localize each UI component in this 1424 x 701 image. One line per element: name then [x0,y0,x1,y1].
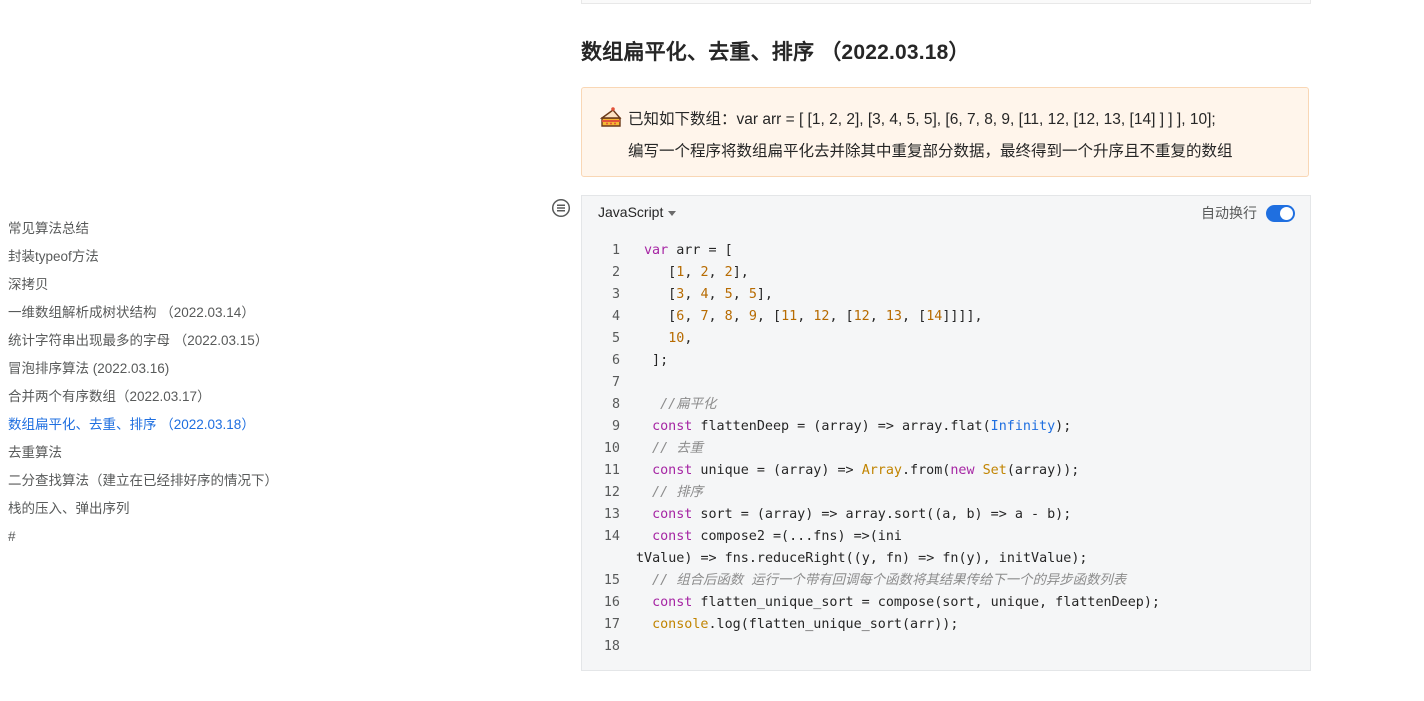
line-number: 11 [603,463,620,478]
line-number: 3 [611,287,620,302]
toc-item[interactable]: # [8,526,328,554]
toc-item[interactable]: 常见算法总结 [8,218,328,246]
code-line: 8 //扁平化 [582,394,1310,416]
toc-item[interactable]: 冒泡排序算法 (2022.03.16) [8,358,328,386]
code-text: const sort = (array) => array.sort((a, b… [652,507,1072,522]
toggle-knob [1280,207,1293,220]
code-text: [6, 7, 8, 9, [11, 12, [12, 13, [14]]]], [644,309,983,324]
previous-block-bottom [581,0,1311,4]
language-select[interactable]: JavaScript [598,204,677,220]
line-number: 14 [603,529,620,544]
code-line: 15 // 组合后函数 运行一个带有回调每个函数将其结果传给下一个的异步函数列表 [582,570,1310,592]
code-text: // 去重 [644,441,704,456]
line-number: 5 [611,331,620,346]
code-line: 5 10, [582,328,1310,350]
code-line: 1 var arr = [ [582,240,1310,262]
code-text: 10, [668,331,693,346]
code-text: const flattenDeep = (array) => array.fla… [652,419,1072,434]
line-number: 9 [611,419,620,434]
code-text: [1, 2, 2], [644,265,749,280]
code-line: 14 const compose2 =(...fns) =>(ini tValu… [582,526,1310,566]
code-line: 9 const flattenDeep = (array) => array.f… [582,416,1310,438]
line-number: 2 [611,265,620,280]
language-label: JavaScript [598,204,664,220]
code-line: 2 [1, 2, 2], [582,262,1310,284]
line-number: 18 [603,639,620,654]
toc-item[interactable]: 数组扁平化、去重、排序 （2022.03.18） [8,414,328,442]
code-block-header: JavaScript 自动换行 [582,196,1310,230]
code-line: 11 const unique = (array) => Array.from(… [582,460,1310,482]
outline-toggle-icon[interactable] [551,198,571,218]
code-text: const flatten_unique_sort = compose(sort… [652,595,1160,610]
info-callout: 已知如下数组：var arr = [ [1, 2, 2], [3, 4, 5, … [581,87,1309,177]
line-number: 6 [611,353,620,368]
code-line: 10 // 去重 [582,438,1310,460]
line-number: 4 [611,309,620,324]
auto-wrap-toggle[interactable] [1266,205,1295,222]
code-line: 13 const sort = (array) => array.sort((a… [582,504,1310,526]
code-block: JavaScript 自动换行 1 var arr = [ 2 [1, 2, 2],… [581,195,1311,671]
code-line: 16 const flatten_unique_sort = compose(s… [582,592,1310,614]
callout-line-2: 编写一个程序将数组扁平化去并除其中重复部分数据，最终得到一个升序且不重复的数组 [628,143,1233,160]
line-number: 7 [611,375,620,390]
auto-wrap-label: 自动换行 [1201,205,1257,221]
code-text: var arr = [ [644,243,733,258]
toc-item[interactable]: 合并两个有序数组（2022.03.17） [8,386,328,414]
code-line: 18 [582,636,1310,658]
code-text: [3, 4, 5, 5], [644,287,773,302]
toc-item[interactable]: 统计字符串出现最多的字母 （2022.03.15） [8,330,328,358]
code-line: 17 console.log(flatten_unique_sort(arr))… [582,614,1310,636]
code-line: 12 // 排序 [582,482,1310,504]
code-line: 6 ]; [582,350,1310,372]
line-number: 13 [603,507,620,522]
code-text: //扁平化 [644,397,717,412]
callout-line-1: 已知如下数组：var arr = [ [1, 2, 2], [3, 4, 5, … [628,111,1216,128]
code-line: 3 [3, 4, 5, 5], [582,284,1310,306]
line-number: 10 [603,441,620,456]
line-number: 12 [603,485,620,500]
line-number: 16 [603,595,620,610]
toc-item[interactable]: 栈的压入、弹出序列 [8,498,328,526]
cake-emoji-icon [599,105,623,129]
code-line: 7 [582,372,1310,394]
code-line: 4 [6, 7, 8, 9, [11, 12, [12, 13, [14]]]]… [582,306,1310,328]
line-number: 8 [611,397,620,412]
code-text: ]; [644,353,669,368]
toc-item[interactable]: 一维数组解析成树状结构 （2022.03.14） [8,302,328,330]
line-number: 17 [603,617,620,632]
line-number: 1 [611,243,620,258]
line-number: 15 [603,573,620,588]
code-text: // 排序 [644,485,704,500]
code-text: const compose2 =(...fns) =>(ini tValue) … [636,529,1088,566]
code-text: console.log(flatten_unique_sort(arr)); [652,617,959,632]
toc-item[interactable]: 深拷贝 [8,274,328,302]
table-of-contents: 常见算法总结 封装typeof方法 深拷贝 一维数组解析成树状结构 （2022.03.… [8,218,328,554]
toc-item[interactable]: 去重算法 [8,442,328,470]
code-text: // 组合后函数 运行一个带有回调每个函数将其结果传给下一个的异步函数列表 [644,573,1127,588]
section-heading: 数组扁平化、去重、排序 （2022.03.18） [581,41,970,64]
chevron-down-icon [668,210,677,216]
toc-item[interactable]: 封装typeof方法 [8,246,328,274]
code-text: const unique = (array) => Array.from(new… [652,463,1080,478]
toc-item[interactable]: 二分查找算法（建立在已经排好序的情况下） [8,470,328,498]
